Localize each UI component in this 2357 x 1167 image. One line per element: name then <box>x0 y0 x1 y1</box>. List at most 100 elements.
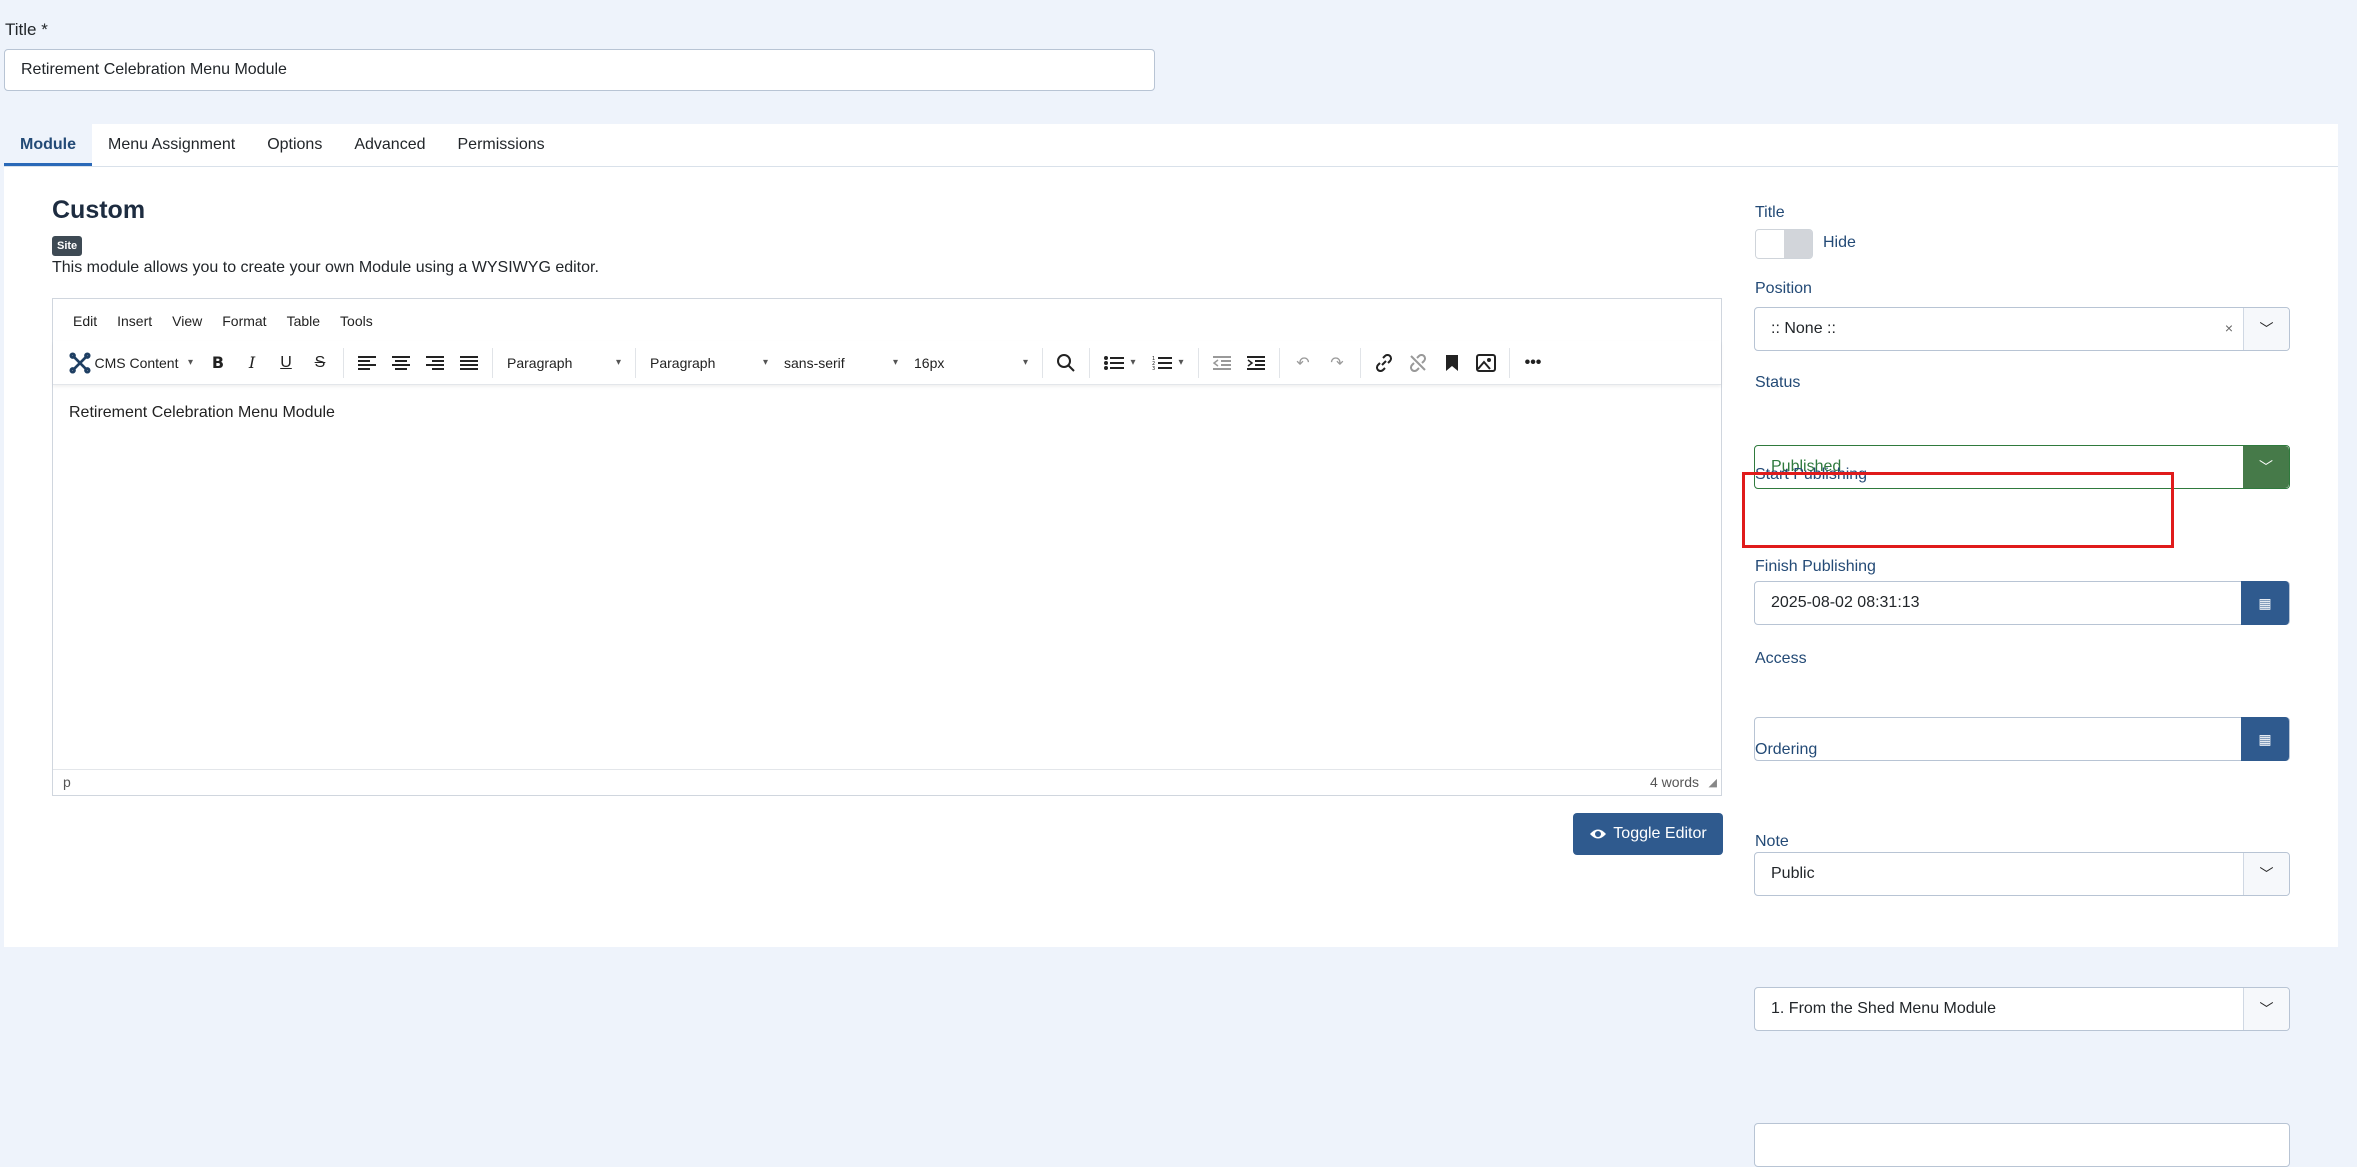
joomla-icon <box>69 351 91 374</box>
paragraph-format-value: Paragraph <box>650 354 716 371</box>
editor-content[interactable]: Retirement Celebration Menu Module <box>69 404 335 422</box>
bullet-list-icon[interactable]: ▾ <box>1096 346 1144 380</box>
access-select[interactable]: Public ﹀ <box>1754 852 2290 896</box>
tab-menu-assignment[interactable]: Menu Assignment <box>92 124 251 166</box>
toggle-knob <box>1756 230 1784 258</box>
position-label: Position <box>1755 280 1812 297</box>
title-hide-toggle[interactable] <box>1755 229 1813 259</box>
element-path[interactable]: p <box>63 774 71 790</box>
editor-toolbar: CMS Content ▾ B I U S Paragraph ▾ Paragr… <box>53 341 1721 385</box>
note-label: Note <box>1755 833 1789 850</box>
calendar-icon[interactable]: ▦ <box>2241 581 2289 625</box>
position-select[interactable]: :: None :: × ﹀ <box>1754 307 2290 351</box>
note-input[interactable] <box>1754 1123 2290 1167</box>
menu-insert[interactable]: Insert <box>107 313 162 329</box>
menu-table[interactable]: Table <box>277 313 330 329</box>
toggle-track <box>1784 230 1812 258</box>
title-toggle-label: Title <box>1755 204 1785 221</box>
menu-view[interactable]: View <box>162 313 212 329</box>
calendar-icon[interactable]: ▦ <box>2241 717 2289 761</box>
more-icon[interactable]: ••• <box>1516 346 1550 380</box>
chevron-down-icon: ▾ <box>615 357 621 368</box>
ordering-value: 1. From the Shed Menu Module <box>1771 1000 1997 1017</box>
menu-format[interactable]: Format <box>212 313 276 329</box>
chevron-down-icon[interactable]: ﹀ <box>2243 853 2289 895</box>
tab-module[interactable]: Module <box>4 124 92 166</box>
menu-edit[interactable]: Edit <box>63 313 107 329</box>
module-heading: Custom <box>52 196 146 224</box>
outdent-icon[interactable] <box>1205 346 1239 380</box>
underline-icon[interactable]: U <box>269 346 303 380</box>
site-badge: Site <box>52 236 83 256</box>
align-left-icon[interactable] <box>350 346 384 380</box>
hide-label: Hide <box>1823 234 1856 251</box>
block-format-select[interactable]: Paragraph ▾ <box>499 346 629 380</box>
access-value: Public <box>1771 865 1815 882</box>
start-publishing-value: 2025-08-02 08:31:13 <box>1771 594 1920 611</box>
indent-icon[interactable] <box>1239 346 1273 380</box>
ordering-select[interactable]: 1. From the Shed Menu Module ﹀ <box>1754 987 2290 1031</box>
start-publishing-input[interactable]: 2025-08-02 08:31:13 ▦ <box>1754 581 2290 625</box>
position-value: :: None :: <box>1771 320 1836 337</box>
chevron-down-icon[interactable]: ﹀ <box>2243 308 2289 350</box>
editor-menubar: Edit Insert View Format Table Tools <box>63 313 383 329</box>
toolbar-divider <box>1360 347 1361 378</box>
search-icon[interactable] <box>1049 346 1083 380</box>
toolbar-divider <box>635 347 636 378</box>
chevron-down-icon: ▾ <box>892 357 898 368</box>
wysiwyg-editor: Edit Insert View Format Table Tools CMS … <box>52 298 1722 796</box>
font-size-select[interactable]: 16px ▾ <box>906 346 1036 380</box>
toolbar-divider <box>492 347 493 378</box>
eye-icon <box>1590 829 1607 839</box>
tab-bar: Module Menu Assignment Options Advanced … <box>4 124 2338 167</box>
font-size-value: 16px <box>914 354 945 371</box>
tab-advanced[interactable]: Advanced <box>338 124 441 166</box>
toggle-editor-label: Toggle Editor <box>1613 825 1707 842</box>
link-icon[interactable] <box>1367 346 1401 380</box>
clear-icon[interactable]: × <box>2225 320 2233 336</box>
redo-icon[interactable]: ↷ <box>1320 346 1354 380</box>
italic-icon[interactable]: I <box>235 346 269 380</box>
unlink-icon[interactable] <box>1401 346 1435 380</box>
start-publishing-label: Start Publishing <box>1755 466 1868 483</box>
chevron-down-icon[interactable]: ﹀ <box>2243 446 2289 488</box>
paragraph-format-select[interactable]: Paragraph ▾ <box>642 346 776 380</box>
chevron-down-icon: ▾ <box>762 357 768 368</box>
toolbar-divider <box>1509 347 1510 378</box>
undo-icon[interactable]: ↶ <box>1286 346 1320 380</box>
font-family-select[interactable]: sans-serif ▾ <box>776 346 906 380</box>
align-center-icon[interactable] <box>384 346 418 380</box>
numbered-list-icon[interactable]: 1 2 3 ▾ <box>1144 346 1192 380</box>
resize-handle-icon[interactable]: ◢ <box>1709 776 1717 789</box>
strikethrough-icon[interactable]: S <box>303 346 337 380</box>
access-label: Access <box>1755 650 1807 667</box>
status-label: Status <box>1755 374 1801 391</box>
finish-publishing-input[interactable]: ▦ <box>1754 717 2290 761</box>
bookmark-icon[interactable] <box>1435 346 1469 380</box>
editor-statusbar: p 4 words ◢ <box>53 769 1721 795</box>
bold-icon[interactable]: B <box>201 346 235 380</box>
menu-tools[interactable]: Tools <box>330 313 383 329</box>
toolbar-divider <box>1198 347 1199 378</box>
title-input[interactable]: Retirement Celebration Menu Module <box>4 49 1155 91</box>
tab-options[interactable]: Options <box>251 124 338 166</box>
toolbar-divider <box>1042 347 1043 378</box>
finish-publishing-label: Finish Publishing <box>1755 558 1876 575</box>
ordering-label: Ordering <box>1755 741 1818 758</box>
toolbar-divider <box>343 347 344 378</box>
svg-text:3: 3 <box>1152 366 1155 370</box>
tab-permissions[interactable]: Permissions <box>442 124 561 166</box>
toolbar-divider <box>1089 347 1090 378</box>
align-justify-icon[interactable] <box>452 346 486 380</box>
chevron-down-icon: ▾ <box>187 357 193 368</box>
block-format-value: Paragraph <box>507 354 573 371</box>
toolbar-divider <box>1279 347 1280 378</box>
chevron-down-icon[interactable]: ﹀ <box>2243 988 2289 1030</box>
image-icon[interactable] <box>1469 346 1503 380</box>
align-right-icon[interactable] <box>418 346 452 380</box>
cms-content-button[interactable]: CMS Content ▾ <box>61 346 201 380</box>
cms-content-label: CMS Content <box>94 354 179 371</box>
title-label: Title * <box>5 20 48 39</box>
toggle-editor-button[interactable]: Toggle Editor <box>1573 813 1723 855</box>
word-count: 4 words <box>1649 774 1699 790</box>
